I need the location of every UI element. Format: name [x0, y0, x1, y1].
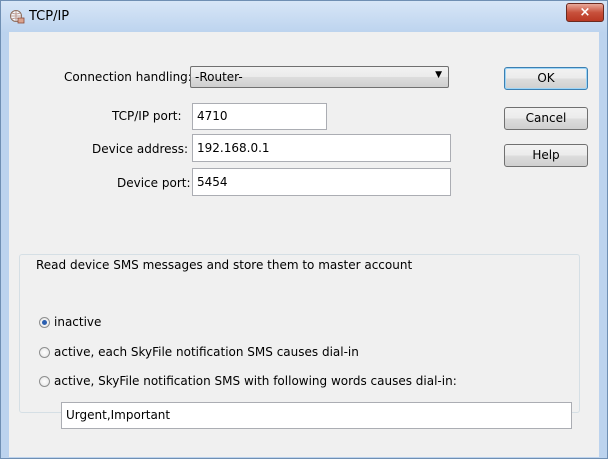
ok-button[interactable]: OK: [504, 67, 588, 90]
sms-group-box: [19, 254, 580, 413]
radio-inactive[interactable]: inactive: [39, 315, 101, 329]
radio-active-keywords[interactable]: active, SkyFile notification SMS with fo…: [39, 374, 457, 388]
help-button[interactable]: Help: [504, 144, 588, 167]
device-address-input[interactable]: 192.168.0.1: [192, 134, 451, 162]
title-bar[interactable]: TCP/IP ×: [1, 1, 607, 33]
keywords-input[interactable]: Urgent,Important: [61, 402, 572, 429]
radio-unchecked-icon: [39, 347, 50, 358]
radio-active-keywords-label: active, SkyFile notification SMS with fo…: [54, 374, 457, 388]
tcpip-dialog: TCP/IP × Connection handling: -Router- ▼…: [0, 0, 608, 459]
sms-group-title: Read device SMS messages and store them …: [33, 258, 416, 272]
close-icon: ×: [579, 5, 591, 20]
radio-active-each-sms[interactable]: active, each SkyFile notification SMS ca…: [39, 345, 359, 359]
device-port-input[interactable]: 5454: [192, 168, 451, 196]
tcpip-port-input[interactable]: 4710: [192, 103, 327, 130]
tcpip-port-label: TCP/IP port:: [112, 109, 182, 123]
device-port-label: Device port:: [117, 176, 191, 190]
connection-handling-value: -Router-: [195, 70, 243, 84]
radio-unchecked-icon: [39, 376, 50, 387]
chevron-down-icon: ▼: [435, 70, 442, 80]
radio-active-each-sms-label: active, each SkyFile notification SMS ca…: [54, 345, 359, 359]
network-globe-icon: [9, 9, 25, 25]
window-title: TCP/IP: [29, 9, 70, 24]
close-button[interactable]: ×: [566, 3, 604, 22]
cancel-button[interactable]: Cancel: [504, 107, 588, 130]
radio-checked-icon: [39, 317, 50, 328]
connection-handling-select[interactable]: -Router- ▼: [190, 66, 449, 88]
device-address-label: Device address:: [92, 142, 189, 156]
dialog-client-area: Connection handling: -Router- ▼ TCP/IP p…: [9, 32, 599, 457]
radio-inactive-label: inactive: [54, 315, 102, 329]
connection-handling-label: Connection handling:: [64, 70, 192, 84]
